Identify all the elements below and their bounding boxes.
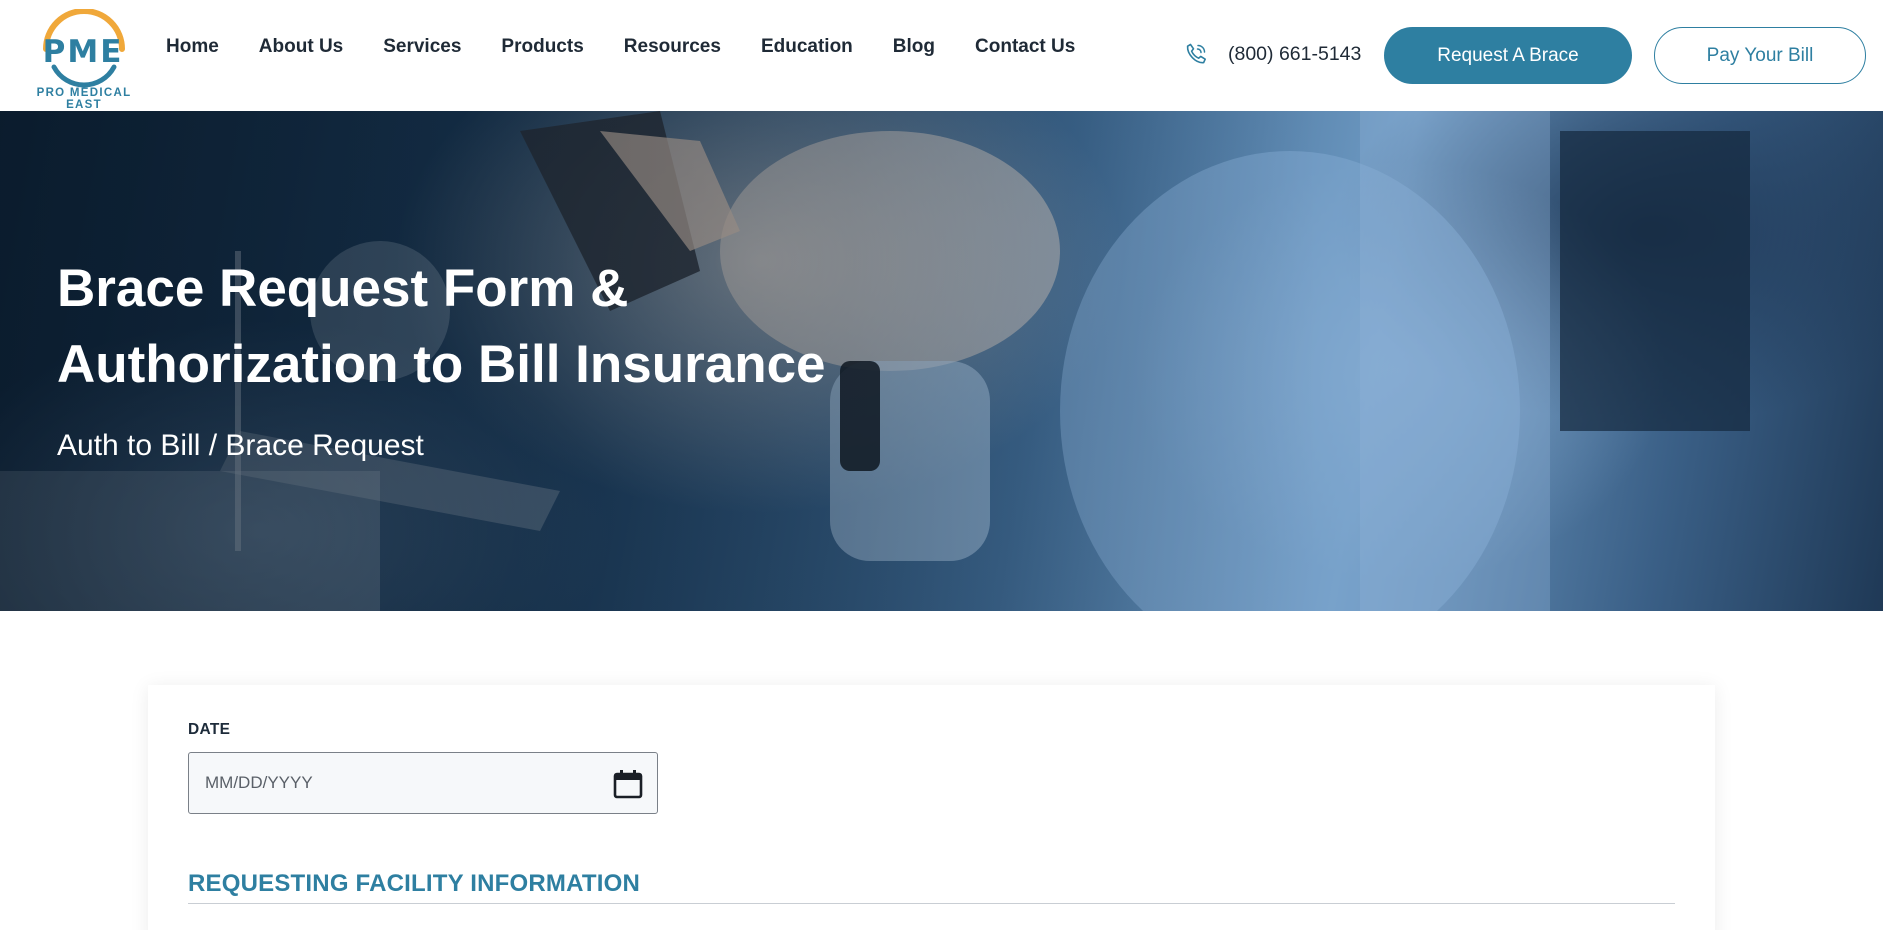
request-brace-button[interactable]: Request A Brace	[1384, 27, 1632, 84]
page-title-line2: Authorization to Bill Insurance	[57, 335, 826, 394]
main-nav: Home About Us Services Products Resource…	[166, 36, 1115, 58]
nav-blog[interactable]: Blog	[893, 36, 935, 58]
nav-home[interactable]: Home	[166, 36, 219, 58]
page-subtitle: Auth to Bill / Brace Request	[57, 429, 424, 462]
nav-education[interactable]: Education	[761, 36, 853, 58]
pay-bill-button[interactable]: Pay Your Bill	[1654, 27, 1866, 84]
logo-link[interactable]: PME PRO MEDICAL EAST	[18, 8, 150, 111]
hero-banner: Brace Request Form & Authorization to Bi…	[0, 111, 1883, 611]
section-divider	[188, 903, 1675, 904]
logo-tagline: PRO MEDICAL EAST	[36, 87, 132, 111]
nav-services[interactable]: Services	[383, 36, 461, 58]
date-input[interactable]	[205, 753, 585, 813]
nav-contact-us[interactable]: Contact Us	[975, 36, 1075, 58]
date-field[interactable]	[188, 752, 658, 814]
brace-request-form: DATE REQUESTING FACILITY INFORMATION	[148, 685, 1715, 930]
phone-number: (800) 661-5143	[1228, 42, 1362, 65]
date-label: DATE	[188, 721, 231, 738]
nav-products[interactable]: Products	[501, 36, 583, 58]
calendar-icon[interactable]	[613, 769, 643, 799]
phone-link[interactable]: (800) 661-5143	[1184, 42, 1361, 66]
page-title-line1: Brace Request Form &	[57, 259, 629, 318]
nav-resources[interactable]: Resources	[624, 36, 721, 58]
site-header: PME PRO MEDICAL EAST Home About Us Servi…	[0, 0, 1883, 111]
page-title: Brace Request Form & Authorization to Bi…	[57, 251, 957, 403]
nav-about-us[interactable]: About Us	[259, 36, 343, 58]
logo-mark: PME	[42, 34, 124, 70]
requesting-facility-heading: REQUESTING FACILITY INFORMATION	[188, 870, 640, 897]
phone-icon	[1186, 43, 1206, 64]
